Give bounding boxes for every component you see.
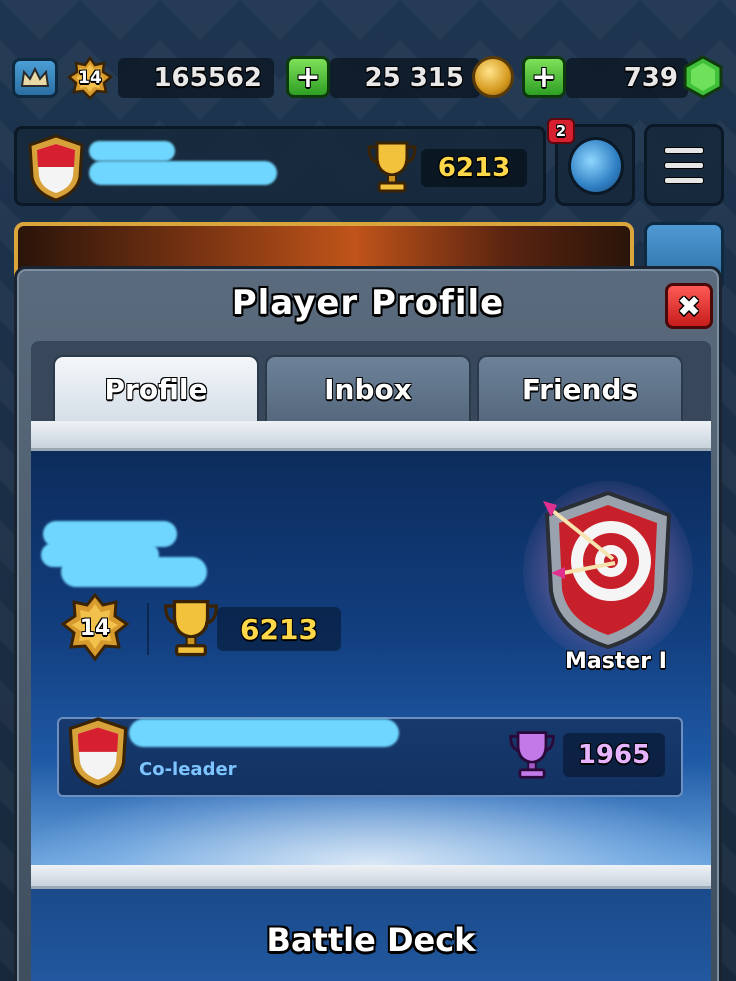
menu-icon-line: [664, 176, 704, 184]
redacted-clan-name: [129, 719, 399, 747]
gem-icon: [683, 55, 723, 99]
menu-icon-line: [664, 161, 704, 169]
crown-icon[interactable]: [12, 58, 58, 98]
redacted-name: [89, 141, 175, 161]
experience-value: 165562: [153, 63, 262, 93]
tab-label: Friends: [521, 372, 639, 406]
tab-friends[interactable]: Friends: [477, 355, 683, 421]
close-icon: ✖: [677, 289, 701, 323]
resource-bar: 14 165562 + 25 315 + 739: [0, 52, 736, 104]
experience-display: 165562: [118, 58, 274, 98]
trophy-value: 6213: [437, 153, 511, 183]
king-level-value: 14: [78, 68, 102, 88]
clan-shield-icon: [28, 134, 84, 202]
tab-underbar: [31, 421, 711, 451]
trophy-icon: [367, 141, 417, 193]
globe-icon: [568, 137, 624, 195]
trophy-count: 6213: [421, 149, 527, 187]
modal-title: Player Profile: [231, 283, 505, 323]
arena-name: Master I: [565, 649, 667, 674]
arena-target-icon[interactable]: [523, 481, 693, 661]
gems-value: 739: [623, 63, 678, 93]
tab-inbox[interactable]: Inbox: [265, 355, 471, 421]
menu-icon: [664, 146, 704, 154]
notification-count: 2: [555, 122, 567, 140]
redacted-clan-name: [89, 161, 277, 185]
gold-coin-icon: [472, 56, 514, 98]
gold-value: 25 315: [364, 63, 464, 93]
tab-profile[interactable]: Profile: [53, 355, 259, 421]
section-divider: [31, 865, 711, 889]
close-button[interactable]: ✖: [665, 283, 713, 329]
trophy-icon: [163, 599, 219, 657]
gems-display: 739: [566, 58, 688, 98]
clan-role: Co-leader: [139, 759, 237, 780]
plus-icon: +: [295, 59, 321, 95]
king-level-badge: 14: [66, 56, 114, 100]
deck-title: Battle Deck: [266, 921, 476, 959]
clan-shield-icon: [68, 717, 128, 789]
menu-button[interactable]: [644, 124, 724, 206]
clan-trophy-count: 1965: [563, 733, 665, 777]
redacted-player-tag: [61, 557, 207, 587]
king-level-value: 14: [79, 615, 111, 641]
divider: [147, 603, 149, 655]
gold-display: 25 315: [330, 58, 480, 98]
player-profile-modal: Player Profile ✖ Profile Inbox Friends 1…: [14, 266, 722, 981]
king-level-badge: 14: [59, 593, 131, 663]
clan-card[interactable]: Co-leader 1965: [57, 717, 683, 797]
trophy-value: 6213: [240, 612, 318, 646]
tab-label: Profile: [104, 372, 208, 406]
profile-panel: 14 6213 Master I Co-leader 1965: [31, 451, 711, 865]
clan-trophy-value: 1965: [577, 740, 651, 770]
buy-gems-button[interactable]: +: [522, 56, 566, 98]
tab-label: Inbox: [324, 372, 412, 406]
buy-gold-button[interactable]: +: [286, 56, 330, 98]
clan-bar[interactable]: 6213: [14, 126, 546, 206]
trophy-count: 6213: [217, 607, 341, 651]
plus-icon: +: [531, 59, 557, 95]
notification-badge: 2: [547, 118, 575, 144]
battle-deck-section: Battle Deck: [31, 889, 711, 981]
clan-trophy-icon: [509, 731, 555, 779]
